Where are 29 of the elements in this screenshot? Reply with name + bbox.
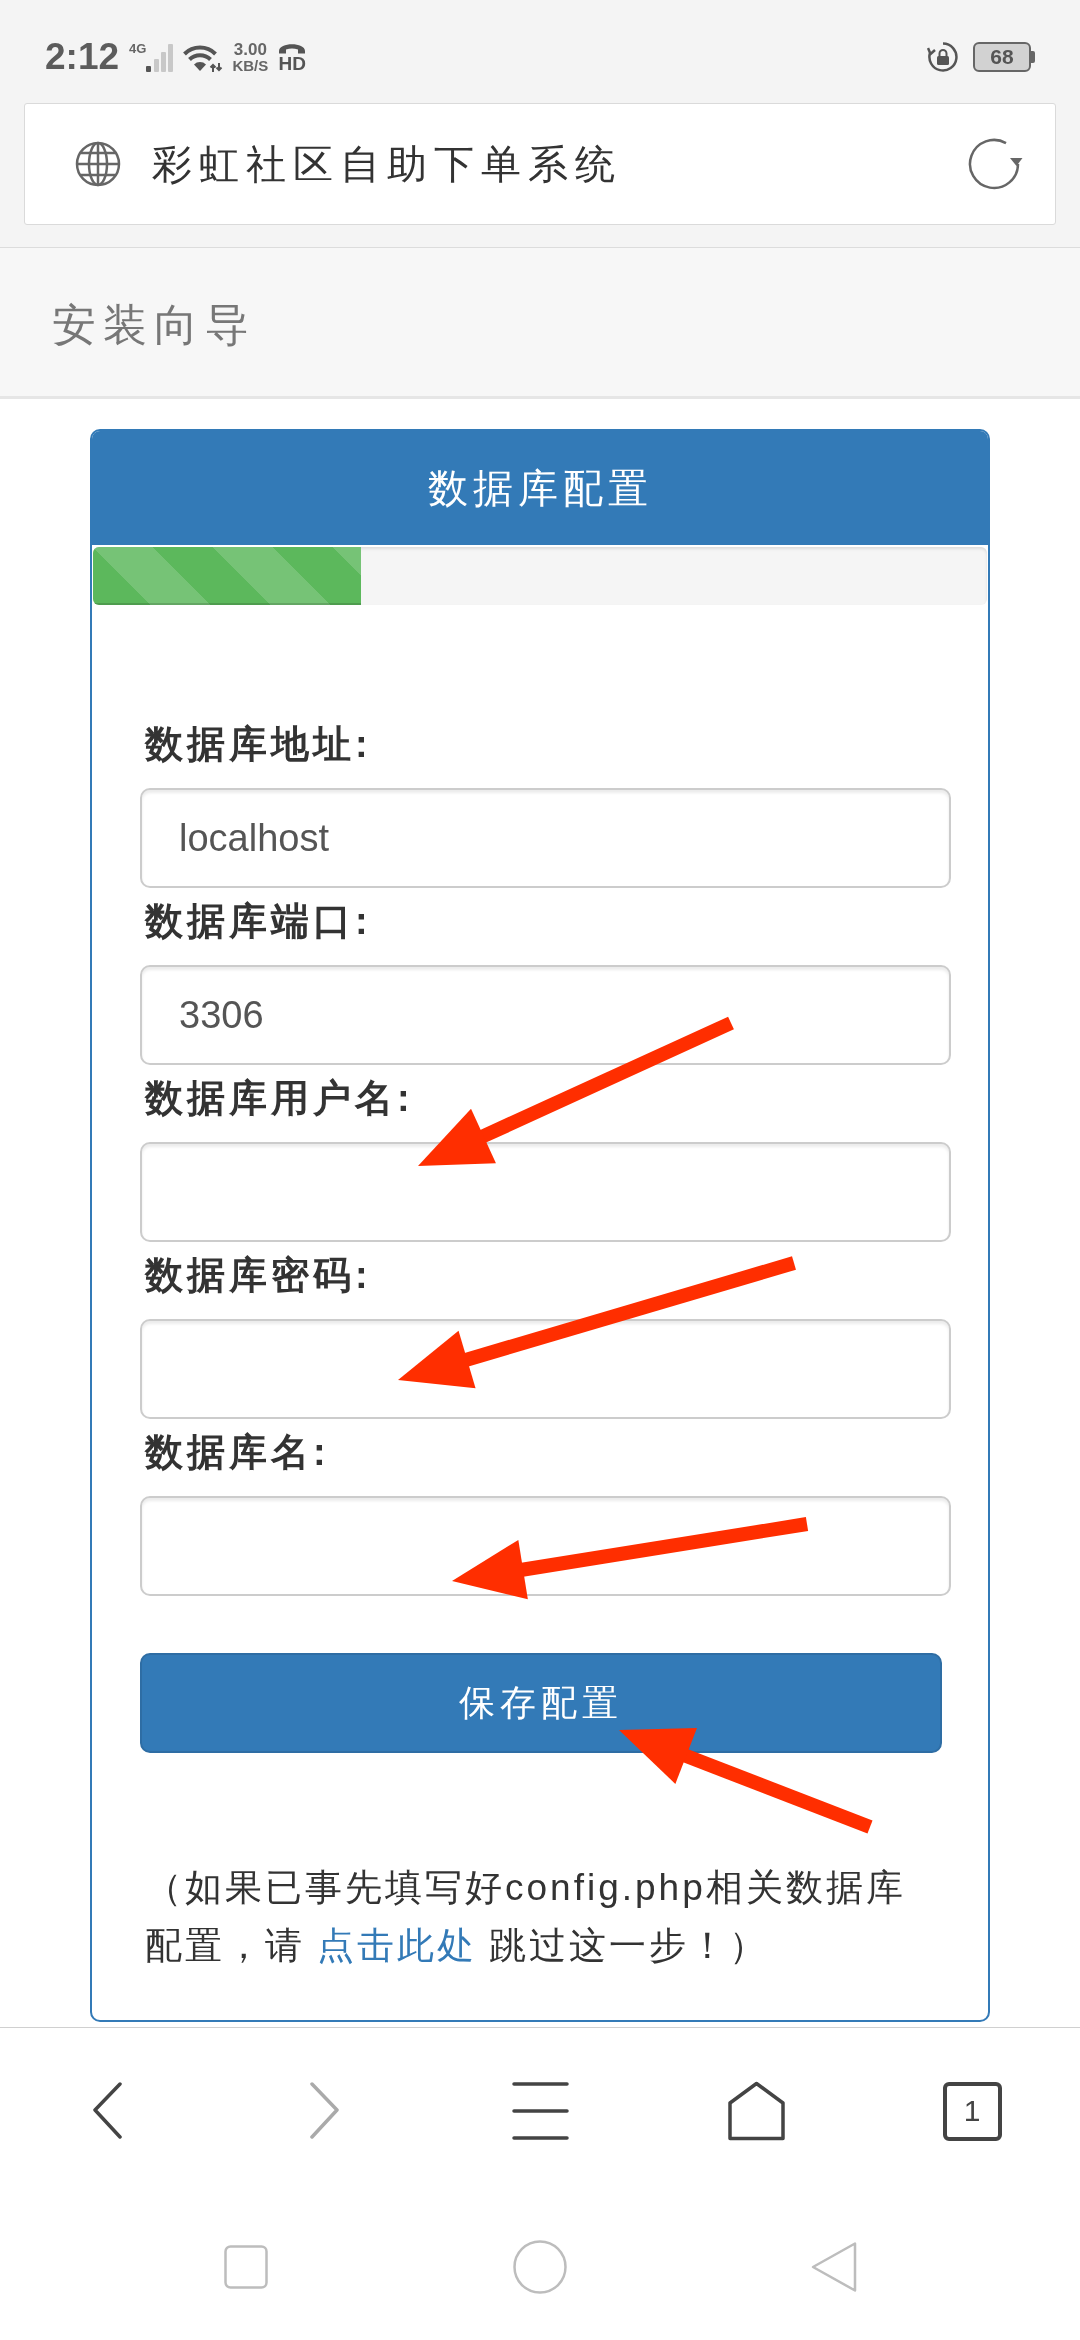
network-speed-value: 3.00 bbox=[233, 40, 267, 58]
input-field[interactable] bbox=[140, 1142, 951, 1242]
input-field[interactable]: 3306 bbox=[140, 965, 951, 1065]
network-speed-unit: KB/S bbox=[232, 57, 269, 73]
status-time: 2:12 bbox=[45, 38, 120, 75]
home-icon[interactable] bbox=[726, 2081, 786, 2141]
battery-indicator: 68 bbox=[973, 41, 1035, 72]
field-label: 数据库密码: bbox=[145, 1253, 373, 1298]
rotation-lock-icon bbox=[927, 40, 959, 73]
tabs-button[interactable]: 1 bbox=[942, 2081, 1002, 2141]
field-label: 数据库端口: bbox=[145, 899, 373, 944]
globe-icon bbox=[75, 141, 121, 187]
field-label: 数据库名: bbox=[145, 1430, 331, 1475]
input-field[interactable] bbox=[140, 1496, 951, 1596]
skip-note-text: （如果已事先填写好config.php相关数据库配置，请 点击此处 跳过这一步！） bbox=[145, 1866, 907, 1968]
menu-icon[interactable] bbox=[511, 2082, 569, 2140]
network-type-label: 4G bbox=[129, 41, 147, 55]
field-label: 数据库用户名: bbox=[145, 1076, 415, 1121]
back-icon[interactable] bbox=[93, 2082, 123, 2140]
page-title: 彩虹社区自助下单系统 bbox=[152, 144, 622, 184]
input-field[interactable] bbox=[140, 1319, 951, 1419]
save-config-button[interactable]: 保存配置 bbox=[140, 1653, 942, 1753]
input-field[interactable]: localhost bbox=[140, 788, 951, 888]
skip-link[interactable]: 点击此处 bbox=[317, 1925, 477, 1966]
panel-title: 数据库配置 bbox=[427, 468, 653, 508]
field-label: 数据库地址: bbox=[145, 722, 373, 767]
hd-label: HD bbox=[278, 53, 306, 73]
signal-icon bbox=[146, 43, 175, 72]
page-heading: 安装向导 bbox=[52, 303, 256, 347]
